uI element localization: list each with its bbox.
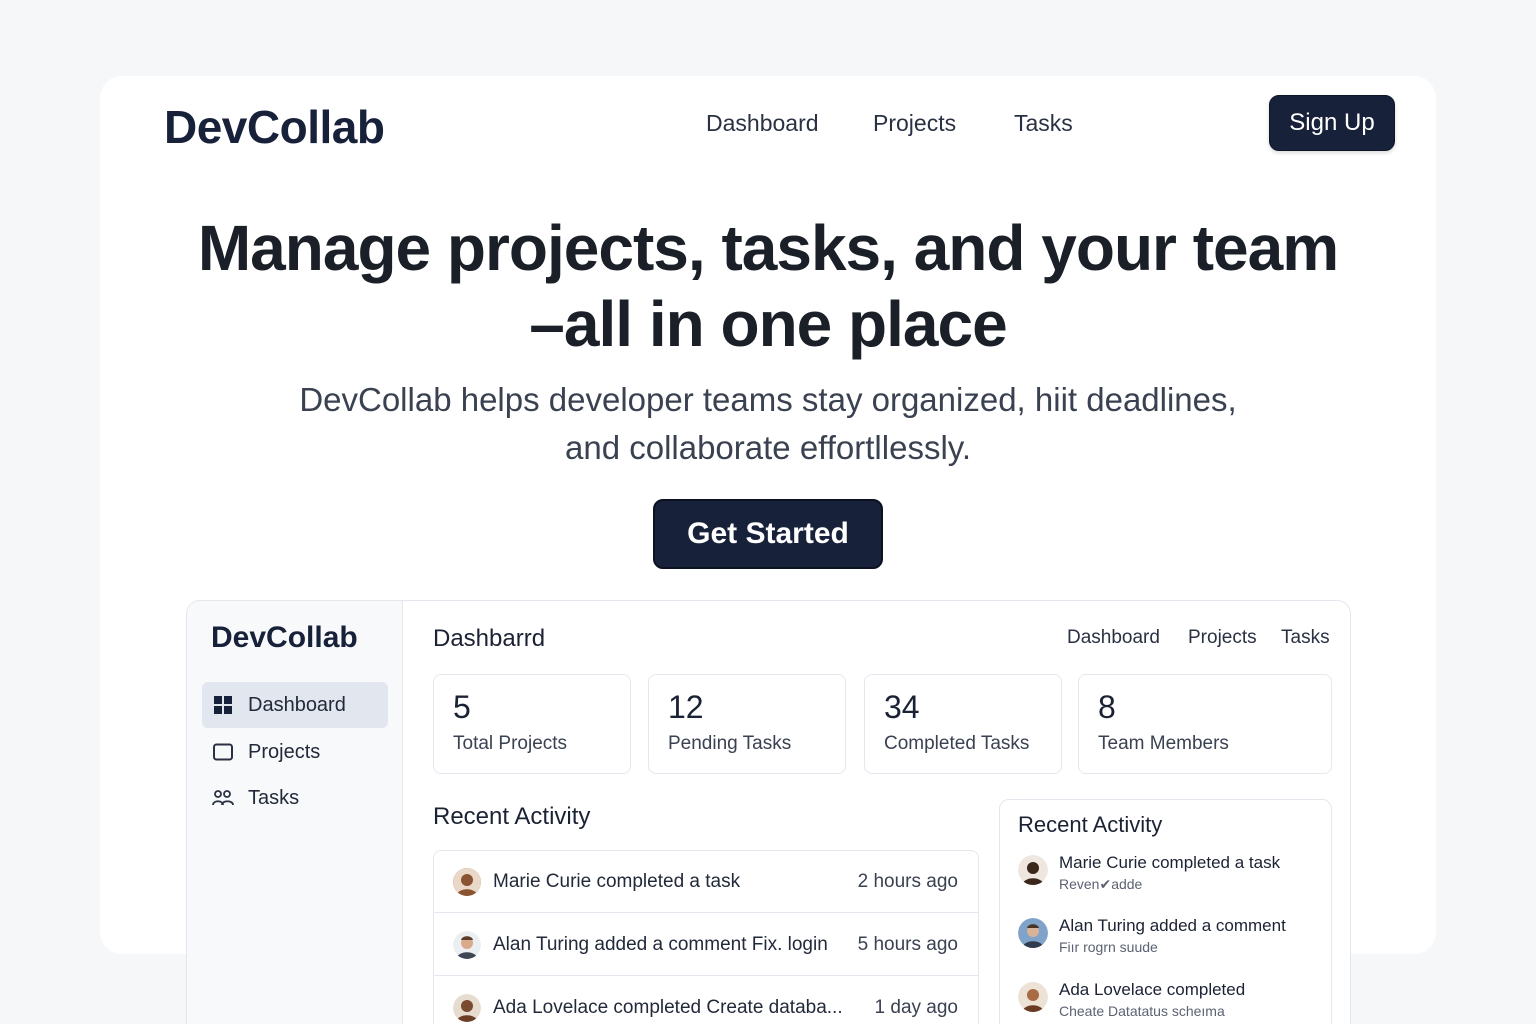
preview-nav-tasks[interactable]: Tasks — [1281, 627, 1330, 649]
list-item[interactable]: Marie Curie completed a task 2 hours ago — [434, 851, 978, 913]
activity-text: Ada Lovelace completed Create databa... — [493, 997, 843, 1018]
stat-label: Pending Tasks — [668, 733, 792, 754]
stat-value: 34 — [884, 689, 920, 725]
sidebar-item-label: Projects — [248, 740, 321, 763]
avatar — [1018, 918, 1048, 948]
recent-activity-card-title: Recent Activity — [1018, 812, 1163, 837]
stat-label: Team Members — [1098, 733, 1229, 754]
hero-subtitle-line2: and collaborate effortllessly. — [564, 429, 971, 466]
recent-activity-card: Recent Activity Marie Curie completed a … — [999, 799, 1332, 1024]
stat-label: Total Projects — [453, 733, 568, 754]
list-item[interactable]: Ada Lovelace completed Create databa... … — [434, 977, 978, 1024]
sidebar-item-label: Tasks — [248, 786, 300, 809]
dashboard-preview: DevCollab Dashboard Projects Tasks Dashb… — [186, 600, 1351, 1024]
avatar — [1018, 982, 1048, 1012]
sidebar-item-dashboard[interactable]: Dashboard — [202, 682, 388, 728]
nav-dashboard[interactable]: Dashboard — [706, 110, 819, 137]
stat-card-projects: 5 Total Projects — [433, 674, 631, 774]
nav-tasks[interactable]: Tasks — [1014, 110, 1073, 137]
activity-time: 2 hours ago — [857, 870, 958, 892]
stat-label: Completed Tasks — [884, 733, 1030, 754]
recent-activity-title: Recent Activity — [433, 803, 591, 830]
nav-projects[interactable]: Projects — [873, 110, 956, 137]
activity-detail: Fiır rogrn suude — [1059, 939, 1158, 955]
list-item[interactable]: Alan Turing added a comment Fix. login 5… — [434, 914, 978, 976]
sidebar-item-tasks[interactable]: Tasks — [202, 775, 388, 821]
activity-text: Alan Turing added a comment Fix. login — [493, 933, 828, 955]
people-icon — [212, 787, 234, 809]
signup-button[interactable]: Sign Up — [1269, 95, 1395, 151]
list-item[interactable]: Alan Turing added a comment Fiır rogrn s… — [1018, 916, 1318, 960]
avatar — [453, 994, 481, 1022]
grid-icon — [212, 694, 234, 716]
recent-activity-list: Marie Curie completed a task 2 hours ago… — [433, 850, 979, 1024]
activity-title: Alan Turing added a comment — [1059, 916, 1286, 935]
preview-title: Dashbarrd — [433, 625, 546, 652]
activity-title: Ada Lovelace completed — [1059, 980, 1246, 999]
list-item[interactable]: Marie Curie completed a task Reven✔adde — [1018, 853, 1318, 897]
brand-logo[interactable]: DevCollab — [164, 100, 385, 154]
sidebar-logo: DevCollab — [211, 621, 358, 654]
hero-subtitle-line1: DevCollab helps developer teams stay org… — [299, 381, 1237, 418]
hero-title-line2: –all in one place — [529, 288, 1007, 360]
activity-detail: Cheate Datatatus scheıma — [1059, 1003, 1225, 1019]
sidebar-item-projects[interactable]: Projects — [202, 729, 388, 775]
folder-icon — [212, 741, 234, 763]
sidebar-item-label: Dashboard — [248, 693, 346, 716]
activity-time: 1 day ago — [874, 997, 958, 1018]
preview-nav-dashboard[interactable]: Dashboard — [1067, 627, 1160, 649]
avatar — [1018, 855, 1048, 885]
avatar — [453, 867, 481, 896]
stat-value: 8 — [1098, 689, 1116, 725]
hero-title-line1: Manage projects, tasks, and your team — [197, 212, 1339, 284]
list-item[interactable]: Ada Lovelace completed Cheate Datatatus … — [1018, 980, 1318, 1024]
get-started-button[interactable]: Get Started — [653, 499, 883, 569]
activity-time: 5 hours ago — [857, 933, 958, 955]
stat-value: 5 — [453, 689, 471, 725]
stat-value: 12 — [668, 689, 704, 725]
hero-title: Manage projects, tasks, and your team –a… — [150, 210, 1386, 362]
activity-text: Marie Curie completed a task — [493, 870, 741, 892]
activity-title: Marie Curie completed a task — [1059, 853, 1281, 872]
preview-sidebar: DevCollab Dashboard Projects Tasks — [187, 601, 403, 1024]
stat-card-pending: 12 Pending Tasks — [648, 674, 846, 774]
activity-detail: Reven✔adde — [1059, 876, 1143, 892]
avatar — [453, 930, 481, 959]
stat-card-completed: 34 Completed Tasks — [864, 674, 1062, 774]
hero-subtitle: DevCollab helps developer teams stay org… — [250, 376, 1286, 472]
preview-nav-projects[interactable]: Projects — [1188, 627, 1257, 649]
stat-card-members: 8 Team Members — [1078, 674, 1332, 774]
